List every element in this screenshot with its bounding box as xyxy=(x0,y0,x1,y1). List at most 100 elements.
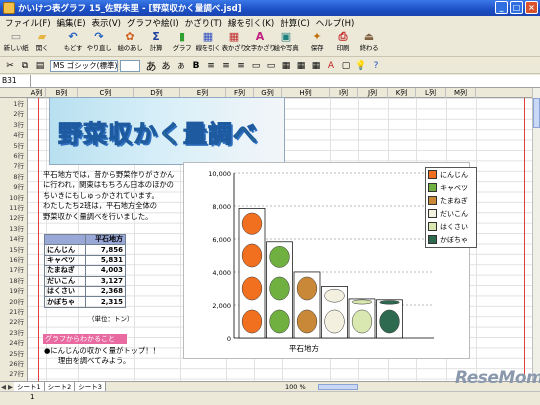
row-label[interactable]: 25行 xyxy=(0,349,28,359)
font-medium-icon[interactable]: あ xyxy=(159,59,173,72)
column-label[interactable]: M列 xyxy=(446,88,476,98)
horizontal-scroll-thumb[interactable] xyxy=(318,384,358,390)
help-icon[interactable]: ? xyxy=(369,59,383,72)
row-label[interactable]: 10行 xyxy=(0,193,28,203)
vertical-scrollbar[interactable] xyxy=(532,88,540,381)
frame-icon[interactable]: ▢ xyxy=(339,59,353,72)
row-label[interactable]: 11行 xyxy=(0,203,28,213)
toolbar-button[interactable]: ⏏ 終わる xyxy=(356,30,382,57)
title-banner[interactable]: 野菜収かく量調べ xyxy=(49,97,285,165)
menu-item[interactable]: 編集(E) xyxy=(54,17,89,29)
toolbar-button[interactable]: ▦ 線を引く xyxy=(195,30,221,57)
row-label[interactable]: 3行 xyxy=(0,120,28,130)
row-label[interactable]: 19行 xyxy=(0,286,28,296)
table-row[interactable]: はくさい 2,368 xyxy=(44,285,126,298)
valign-top-icon[interactable]: ▭ xyxy=(249,59,263,72)
chart-legend[interactable]: にんじん キャベツ たまねぎ だいこん はくさい かぼちゃ xyxy=(425,167,477,248)
toolbar-button[interactable]: ⎙ 印刷 xyxy=(330,30,356,57)
close-button[interactable]: × xyxy=(525,1,538,14)
column-label[interactable]: I列 xyxy=(330,88,358,98)
row-label[interactable]: 14行 xyxy=(0,234,28,244)
table-row[interactable]: かぼちゃ 2,315 xyxy=(44,296,126,308)
table-row[interactable]: にんじん 7,856 xyxy=(44,244,126,256)
maximize-button[interactable]: □ xyxy=(510,1,523,14)
text-color-icon[interactable]: A xyxy=(324,59,338,72)
menu-item[interactable]: 線を引く(K) xyxy=(225,17,277,29)
minimize-button[interactable]: _ xyxy=(495,1,508,14)
row-label[interactable]: 8行 xyxy=(0,172,28,182)
align-left-icon[interactable]: ≡ xyxy=(204,59,218,72)
harvest-table[interactable]: 平石地方 にんじん 7,856 キャベツ 5,831 たまねぎ 4,003 だいこん 3,127… xyxy=(44,233,126,308)
row-label[interactable]: 1行 xyxy=(0,99,28,109)
bold-icon[interactable]: B xyxy=(189,59,203,72)
column-label[interactable]: H列 xyxy=(282,88,330,98)
row-label[interactable]: 16行 xyxy=(0,255,28,265)
notes-line1[interactable]: ●にんじんの収かく量がトップ！！ xyxy=(44,346,160,356)
row-label[interactable]: 15行 xyxy=(0,245,28,255)
menu-item[interactable]: 計算(C) xyxy=(277,17,313,29)
row-label[interactable]: 2行 xyxy=(0,109,28,119)
menu-item[interactable]: かざり(T) xyxy=(182,17,225,29)
column-label[interactable]: A列 xyxy=(28,88,46,98)
border-icon[interactable]: ▦ xyxy=(279,59,293,72)
table-row[interactable]: キャベツ 5,831 xyxy=(44,254,126,267)
column-label[interactable]: K列 xyxy=(388,88,416,98)
column-label[interactable]: J列 xyxy=(358,88,388,98)
sheet-tab[interactable]: シート1 xyxy=(14,381,45,392)
copy-icon[interactable]: ⧉ xyxy=(18,59,32,72)
toolbar-button[interactable]: ✿ 絵のあし xyxy=(117,30,143,57)
row-label[interactable]: 17行 xyxy=(0,265,28,275)
toolbar-button[interactable]: ↷ やり直し xyxy=(86,30,112,57)
font-small-icon[interactable]: あ xyxy=(174,59,188,72)
toolbar-button[interactable]: ▭ 新しい紙 xyxy=(3,30,29,57)
menu-item[interactable]: ファイル(F) xyxy=(2,17,54,29)
row-label[interactable]: 7行 xyxy=(0,161,28,171)
legend-item[interactable]: にんじん xyxy=(426,168,476,181)
toolbar-button[interactable]: Σ 計算 xyxy=(143,30,169,57)
table-row[interactable]: だいこん 3,127 xyxy=(44,275,126,287)
grid-icon[interactable]: ▦ xyxy=(294,59,308,72)
first-sheet-icon[interactable]: ◀ xyxy=(0,383,7,391)
menu-item[interactable]: グラフや絵(I) xyxy=(124,17,182,29)
notes-line2[interactable]: 理由を調べてみよう。 xyxy=(58,356,130,366)
row-label[interactable]: 22行 xyxy=(0,317,28,327)
notes-heading[interactable]: グラフからわかること xyxy=(43,334,127,344)
toolbar-button[interactable]: ▰ 開く xyxy=(29,30,55,57)
toolbar-button[interactable]: A 文字かざり xyxy=(245,30,276,57)
row-label[interactable]: 27行 xyxy=(0,369,28,379)
legend-item[interactable]: はくさい xyxy=(426,220,476,233)
row-label[interactable]: 21行 xyxy=(0,307,28,317)
hint-icon[interactable]: 💡 xyxy=(354,59,368,72)
row-label[interactable]: 20行 xyxy=(0,297,28,307)
row-label[interactable]: 23行 xyxy=(0,328,28,338)
align-right-icon[interactable]: ≡ xyxy=(234,59,248,72)
font-select[interactable]: MS ゴシック(標準) xyxy=(50,59,118,72)
toolbar-button[interactable]: ✦ 保存 xyxy=(304,30,330,57)
row-label[interactable]: 12行 xyxy=(0,213,28,223)
row-label[interactable]: 24行 xyxy=(0,338,28,348)
row-label[interactable]: 4行 xyxy=(0,130,28,140)
legend-item[interactable]: たまねぎ xyxy=(426,194,476,207)
toolbar-button[interactable]: ↶ もどす xyxy=(60,30,86,57)
toolbar-button[interactable]: ▣ 絵や写真 xyxy=(273,30,299,57)
valign-middle-icon[interactable]: ▭ xyxy=(264,59,278,72)
row-label[interactable]: 6行 xyxy=(0,151,28,161)
toolbar-button[interactable]: ▦ 表かざり xyxy=(221,30,247,57)
table-row[interactable]: たまねぎ 4,003 xyxy=(44,265,126,277)
sheet-tab[interactable]: シート2 xyxy=(44,381,76,392)
legend-item[interactable]: キャベツ xyxy=(426,181,476,194)
row-label[interactable]: 5行 xyxy=(0,141,28,151)
row-label[interactable]: 9行 xyxy=(0,182,28,192)
cut-icon[interactable]: ✂ xyxy=(3,59,17,72)
sheet-tab[interactable]: シート3 xyxy=(75,381,106,392)
toolbar-button[interactable]: ▮ グラフ xyxy=(169,30,195,57)
legend-item[interactable]: だいこん xyxy=(426,207,476,220)
font-size-select[interactable] xyxy=(120,59,140,72)
font-large-icon[interactable]: あ xyxy=(144,59,158,73)
paste-icon[interactable]: ▤ xyxy=(33,59,47,72)
row-label[interactable]: 13行 xyxy=(0,224,28,234)
row-label[interactable]: 18行 xyxy=(0,276,28,286)
align-center-icon[interactable]: ≡ xyxy=(219,59,233,72)
legend-item[interactable]: かぼちゃ xyxy=(426,233,476,246)
menu-item[interactable]: ヘルプ(H) xyxy=(313,17,358,29)
